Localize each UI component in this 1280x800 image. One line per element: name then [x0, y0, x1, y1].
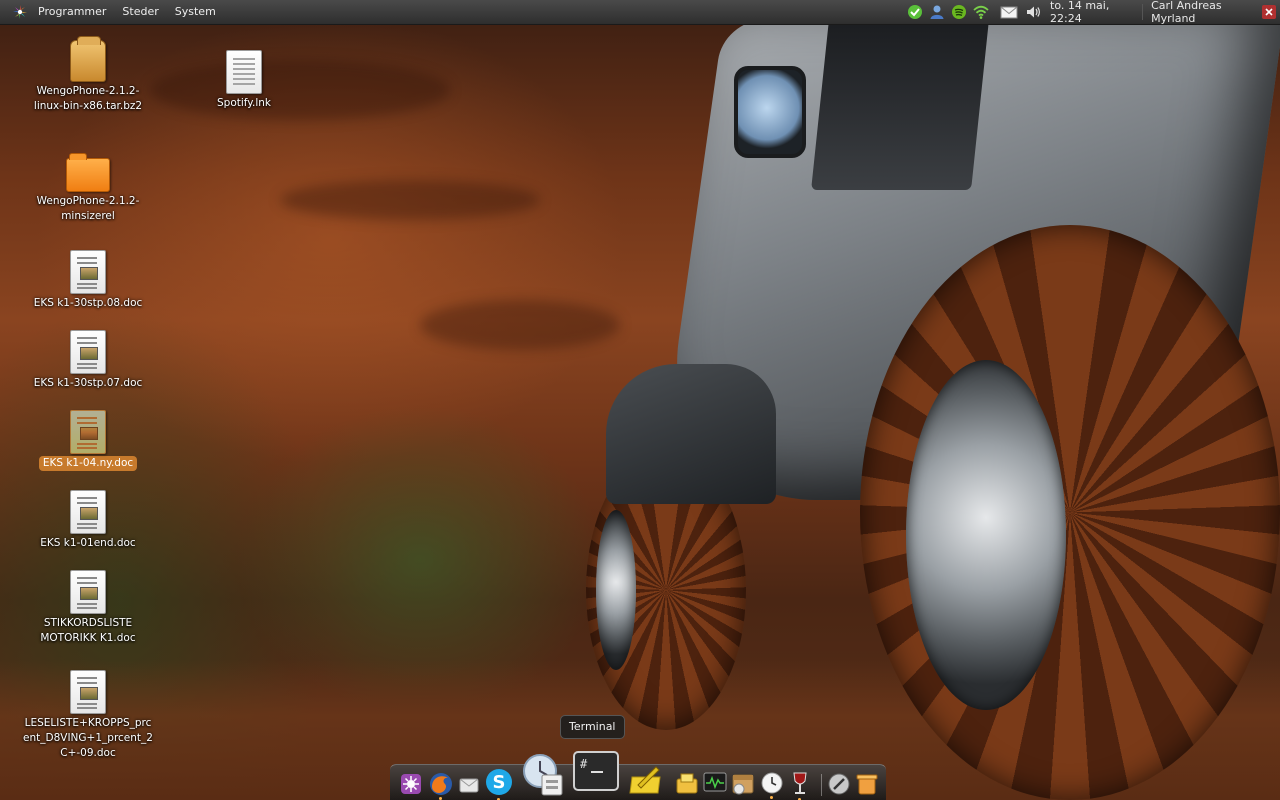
dock: S # [390, 751, 886, 800]
user-name-label[interactable]: Carl Andreas Myrland [1151, 0, 1254, 25]
trash-icon[interactable] [856, 772, 878, 796]
desktop-icon-eks-08[interactable]: EKS k1-30stp.08.doc [23, 250, 153, 311]
desktop-icon-leseliste[interactable]: LESELISTE+KROPPS_prcent_D8VING+1_prcent_… [23, 670, 153, 761]
svg-text:S: S [493, 772, 506, 793]
desktop-icon-wengophone-folder[interactable]: WengoPhone-2.1.2-minsizerel [23, 152, 153, 224]
archive-icon [70, 36, 106, 82]
dock-separator [821, 774, 822, 796]
clock-label[interactable]: to. 14 mai, 22:24 [1050, 0, 1132, 25]
folder-icon [66, 153, 110, 192]
menu-programmer[interactable]: Programmer [30, 0, 114, 24]
distro-logo-icon[interactable] [12, 4, 28, 20]
mail-reader-icon[interactable] [522, 753, 564, 797]
text-file-icon [226, 50, 262, 94]
wallpaper-rear-rim [906, 360, 1066, 710]
desktop-icon-spotify-link[interactable]: Spotify.lnk [179, 50, 309, 111]
spotify-tray-icon[interactable] [951, 4, 967, 20]
app-launcher-icon[interactable] [400, 773, 422, 795]
shutdown-icon[interactable] [1261, 4, 1277, 20]
dock-tooltip: Terminal [560, 715, 625, 739]
desktop-icon-label: LESELISTE+KROPPS_prcent_D8VING+1_prcent_… [23, 717, 153, 759]
firefox-icon[interactable] [428, 771, 454, 800]
wallpaper-rock-detail [420, 300, 620, 350]
desktop-icon-eks-01end[interactable]: EKS k1-01end.doc [23, 490, 153, 551]
contacts-icon[interactable] [929, 4, 945, 20]
gimp-icon[interactable] [827, 772, 851, 796]
desktop-icon-label: EKS k1-30stp.08.doc [33, 297, 143, 309]
desktop-icon-stikkordsliste[interactable]: STIKKORDSLISTE MOTORIKK K1.doc [23, 570, 153, 646]
document-icon [70, 250, 106, 294]
svg-text:#: # [580, 757, 588, 771]
files-icon[interactable] [675, 771, 699, 795]
desktop-wallpaper [0, 0, 1280, 800]
document-icon [70, 670, 106, 714]
wine-icon[interactable] [790, 771, 810, 800]
mail-icon[interactable] [1000, 4, 1018, 20]
clock-icon[interactable] [760, 771, 784, 799]
desktop-icon-label: STIKKORDSLISTE MOTORIKK K1.doc [40, 617, 136, 644]
wallpaper-jeep-mirror [734, 66, 806, 158]
document-icon [70, 330, 106, 374]
wifi-icon[interactable] [973, 4, 989, 20]
desktop-icon-label: EKS k1-04.ny.doc [38, 456, 138, 471]
wallpaper-front-rim [596, 510, 636, 670]
messenger-icon[interactable] [907, 4, 923, 20]
system-monitor-icon[interactable] [703, 771, 727, 795]
system-tray: to. 14 mai, 22:24 Carl Andreas Myrland [904, 0, 1280, 25]
document-icon [70, 490, 106, 534]
desktop-icon-label: EKS k1-30stp.07.doc [33, 377, 143, 389]
desktop-icon-label: WengoPhone-2.1.2-linux-bin-x86.tar.bz2 [33, 85, 143, 112]
notes-icon[interactable] [628, 763, 664, 797]
desktop-icon-label: Spotify.lnk [216, 97, 271, 109]
skype-icon[interactable]: S [484, 767, 514, 800]
document-icon [70, 410, 106, 454]
desktop-icon-label: EKS k1-01end.doc [40, 537, 136, 549]
wallpaper-rock-detail [280, 180, 540, 220]
desktop-icon-label: WengoPhone-2.1.2-minsizerel [36, 195, 140, 222]
panel-separator [1142, 4, 1144, 20]
archive-manager-icon[interactable] [731, 771, 755, 797]
terminal-icon[interactable]: # [573, 751, 619, 795]
running-indicator [770, 796, 773, 799]
mail-client-icon[interactable] [458, 773, 480, 795]
wallpaper-jeep-fender [606, 364, 776, 504]
desktop-icon-eks-07[interactable]: EKS k1-30stp.07.doc [23, 330, 153, 391]
menu-system[interactable]: System [167, 0, 224, 24]
document-icon [70, 570, 106, 614]
desktop-icon-wengophone-archive[interactable]: WengoPhone-2.1.2-linux-bin-x86.tar.bz2 [23, 36, 153, 114]
volume-icon[interactable] [1025, 4, 1041, 20]
top-panel: Programmer Steder System to. 14 mai, 22:… [0, 0, 1280, 25]
wallpaper-jeep-window [811, 20, 989, 190]
menu-steder[interactable]: Steder [114, 0, 166, 24]
desktop-icon-eks-04-selected[interactable]: EKS k1-04.ny.doc [23, 410, 153, 471]
